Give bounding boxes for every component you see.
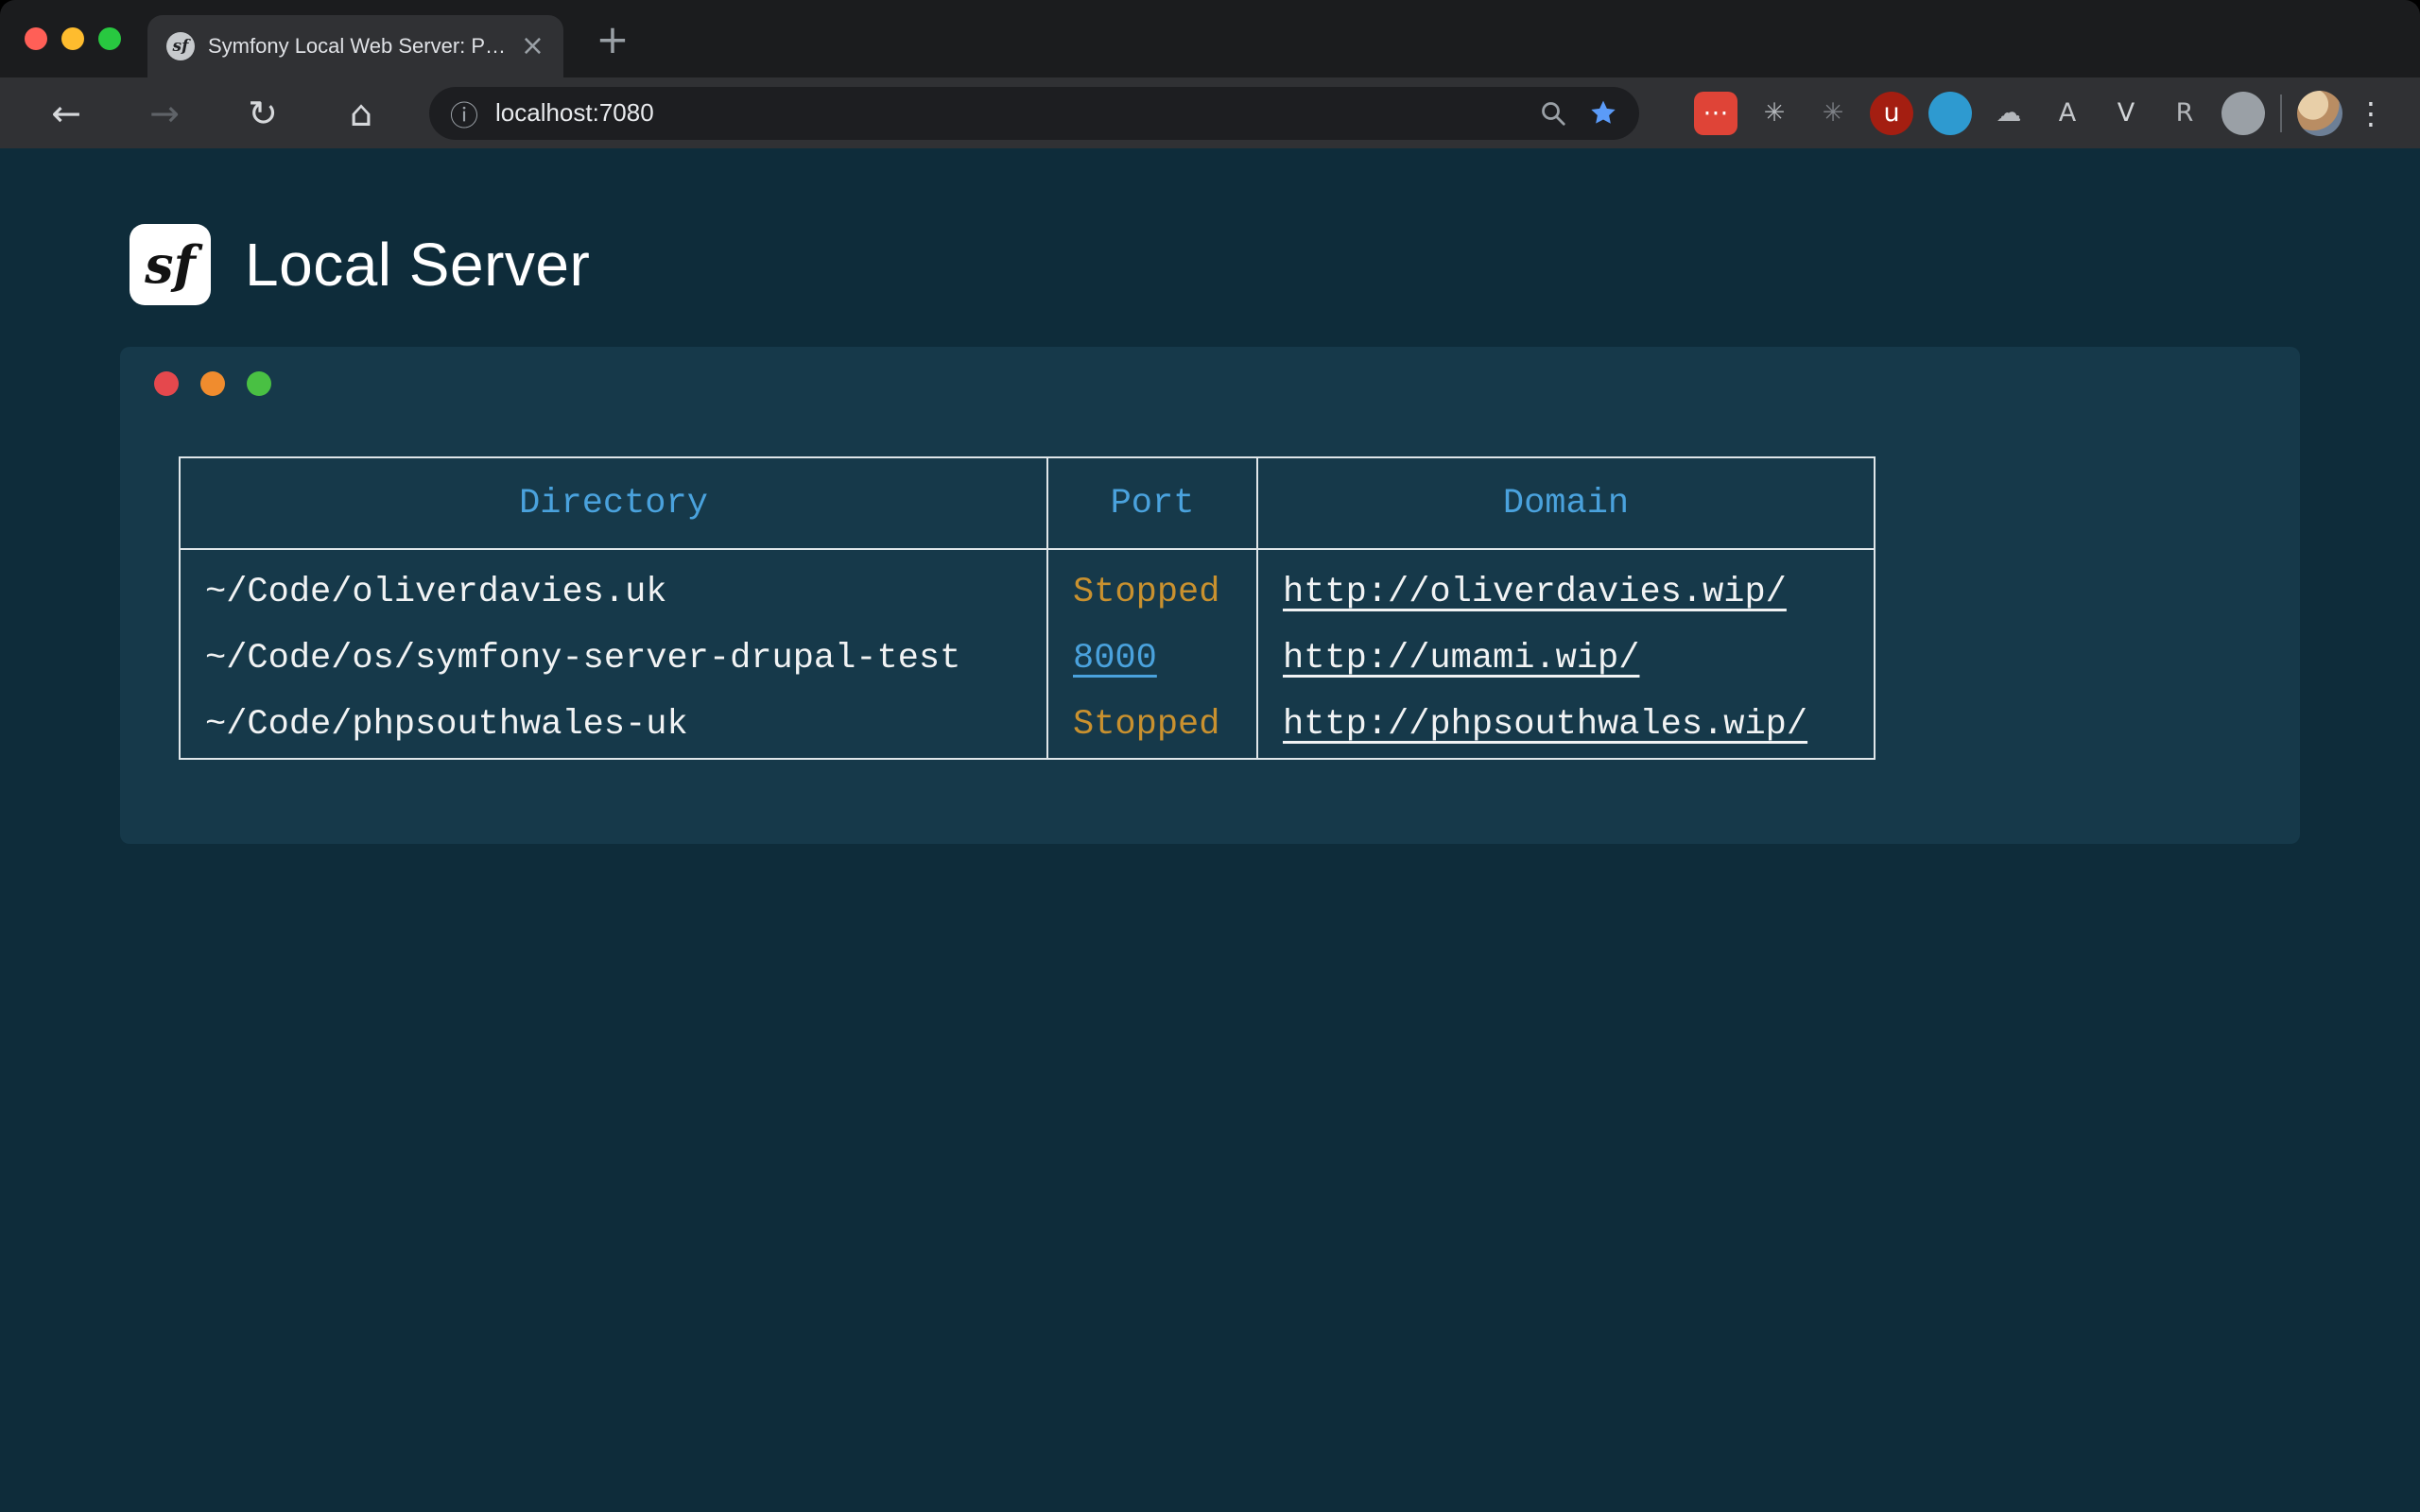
address-bar[interactable]: ⓘ localhost:7080 (429, 87, 1639, 140)
tab-close-icon[interactable]: × (521, 32, 544, 60)
page-header: sf Local Server (130, 224, 2420, 305)
column-header-port: Port (1047, 457, 1257, 549)
extension-ublock-icon[interactable]: u (1870, 92, 1913, 135)
symfony-logo: sf (130, 224, 211, 305)
browser-tab[interactable]: sf Symfony Local Web Server: Prox × (147, 15, 563, 77)
directory-cell: ~/Code/os/symfony-server-drupal-test (180, 626, 1047, 692)
extension-red-dots-icon[interactable]: ⋯ (1694, 92, 1737, 135)
table-row: ~/Code/oliverdavies.uk Stopped http://ol… (180, 549, 1875, 626)
port-status: Stopped (1073, 705, 1219, 745)
browser-window: sf Symfony Local Web Server: Prox × + ← … (0, 0, 2420, 1512)
port-link[interactable]: 8000 (1073, 639, 1157, 679)
extension-letter-v-icon[interactable]: V (2104, 92, 2148, 135)
domain-link[interactable]: http://oliverdavies.wip/ (1283, 573, 1787, 612)
tab-strip: sf Symfony Local Web Server: Prox × + (0, 0, 2420, 77)
browser-toolbar: ← → ↻ ⌂ ⓘ localhost:7080 ⋯ ✳ ✳ u ☁ (0, 77, 2420, 148)
extension-blue-circle-icon[interactable] (1928, 92, 1972, 135)
page-content: sf Local Server Directory Port Domain (0, 148, 2420, 1512)
home-icon[interactable]: ⌂ (331, 83, 391, 144)
extensions-bar: ⋯ ✳ ✳ u ☁ A V R (1694, 92, 2265, 135)
zoom-icon[interactable] (1539, 99, 1567, 128)
new-tab-button[interactable]: + (588, 14, 637, 63)
extension-cloud-icon[interactable]: ☁ (1987, 92, 2031, 135)
panel-green-dot-icon (247, 371, 271, 396)
back-icon[interactable]: ← (36, 83, 96, 144)
extension-letter-a-icon[interactable]: A (2046, 92, 2089, 135)
macos-traffic-lights (0, 27, 121, 50)
directory-cell: ~/Code/phpsouthwales-uk (180, 692, 1047, 759)
servers-table-wrap: Directory Port Domain ~/Code/oliverdavie… (179, 456, 2300, 760)
extension-dark-gear-icon[interactable]: ✳ (1811, 92, 1855, 135)
toolbar-separator (2280, 94, 2282, 132)
extension-gear-icon[interactable]: ✳ (1753, 92, 1796, 135)
domain-link[interactable]: http://umami.wip/ (1283, 639, 1639, 679)
column-header-directory: Directory (180, 457, 1047, 549)
column-header-domain: Domain (1257, 457, 1875, 549)
port-status: Stopped (1073, 573, 1219, 612)
site-info-icon[interactable]: ⓘ (450, 93, 478, 134)
forward-icon[interactable]: → (134, 83, 195, 144)
table-header-row: Directory Port Domain (180, 457, 1875, 549)
table-row: ~/Code/phpsouthwales-uk Stopped http://p… (180, 692, 1875, 759)
browser-menu-icon[interactable]: ⋮ (2350, 83, 2392, 144)
directory-cell: ~/Code/oliverdavies.uk (180, 549, 1047, 626)
profile-avatar[interactable] (2297, 91, 2342, 136)
maximize-window-button[interactable] (98, 27, 121, 50)
tab-title: Symfony Local Web Server: Prox (208, 34, 508, 59)
domain-link[interactable]: http://phpsouthwales.wip/ (1283, 705, 1807, 745)
table-row: ~/Code/os/symfony-server-drupal-test 800… (180, 626, 1875, 692)
extension-letter-r-icon[interactable]: R (2163, 92, 2206, 135)
bookmark-star-icon[interactable] (1588, 98, 1618, 129)
extension-github-icon[interactable] (2221, 92, 2265, 135)
reload-icon[interactable]: ↻ (233, 83, 293, 144)
panel-orange-dot-icon (200, 371, 225, 396)
panel-red-dot-icon (154, 371, 179, 396)
minimize-window-button[interactable] (61, 27, 84, 50)
servers-table: Directory Port Domain ~/Code/oliverdavie… (179, 456, 1876, 760)
panel-window-dots (154, 371, 2300, 396)
page-title: Local Server (245, 230, 590, 300)
url-text: localhost:7080 (495, 98, 1518, 128)
close-window-button[interactable] (25, 27, 47, 50)
tab-favicon-icon: sf (166, 32, 195, 60)
server-panel: Directory Port Domain ~/Code/oliverdavie… (120, 347, 2300, 844)
